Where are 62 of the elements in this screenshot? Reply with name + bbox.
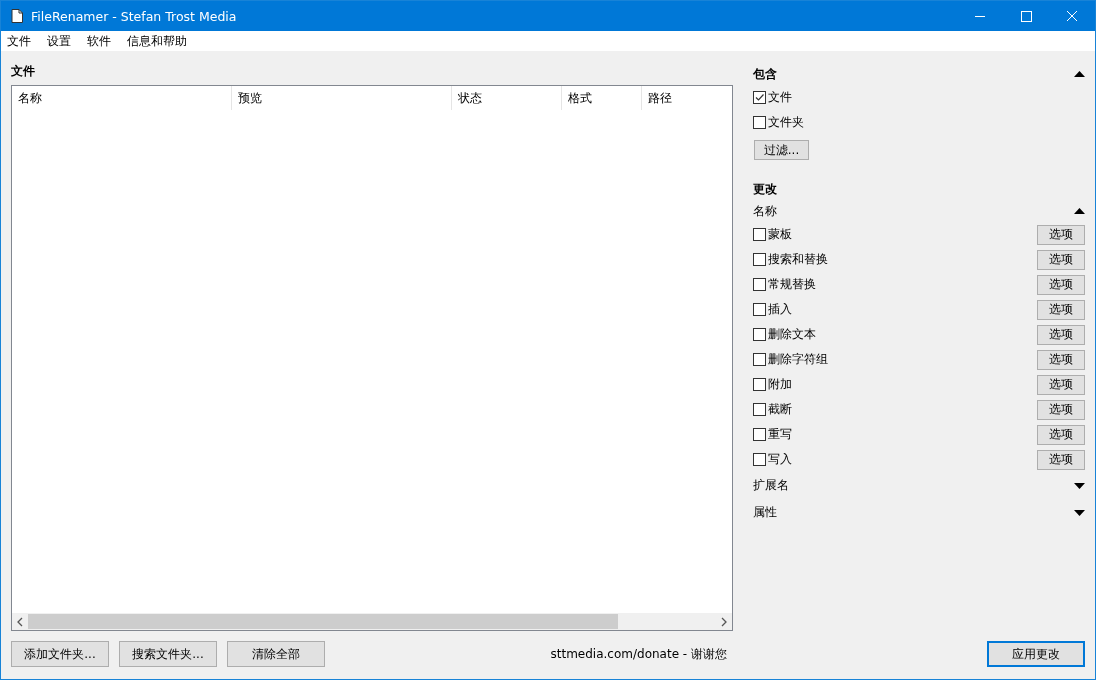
menu-item[interactable]: 软件 [85,32,113,50]
checkbox[interactable] [753,253,766,266]
checkbox-label[interactable]: 删除字符组 [768,351,828,368]
options-button[interactable]: 选项 [1037,324,1085,345]
checkbox[interactable] [753,228,766,241]
menu-item[interactable]: 设置 [45,32,73,50]
options-button[interactable]: 选项 [1037,399,1085,420]
options-button[interactable]: 选项 [1037,274,1085,295]
donate-link[interactable]: sttmedia.com/donate - 谢谢您 [550,645,727,663]
checkbox[interactable] [753,278,766,291]
options-button[interactable]: 选项 [1037,449,1085,470]
checkbox[interactable] [753,353,766,366]
collapse-icon[interactable] [1074,71,1085,77]
action-button[interactable]: 添加文件夹... [11,641,109,667]
subsection-title: 名称 [753,202,777,220]
menu-item[interactable]: 文件 [5,32,33,50]
checkbox[interactable] [753,403,766,416]
expand-icon[interactable] [1074,509,1085,516]
checkbox-label[interactable]: 截断 [768,401,792,418]
document-icon [11,9,23,23]
filter-button[interactable]: 过滤... [754,140,809,160]
section-title: 更改 [753,180,777,198]
column-header[interactable]: 状态 [452,86,562,110]
action-button[interactable]: 搜索文件夹... [119,641,217,667]
column-header[interactable]: 名称 [12,86,232,110]
options-button[interactable]: 选项 [1037,424,1085,445]
menu-item[interactable]: 信息和帮助 [125,32,189,50]
section-title: 包含 [753,65,777,83]
checkbox[interactable] [753,428,766,441]
horizontal-scrollbar[interactable] [12,613,732,630]
apply-button[interactable]: 应用更改 [987,641,1085,667]
checkbox[interactable] [753,303,766,316]
column-header[interactable]: 格式 [562,86,642,110]
checkbox-label[interactable]: 附加 [768,376,792,393]
window-title: FileRenamer - Stefan Trost Media [31,8,238,24]
options-button[interactable]: 选项 [1037,299,1085,320]
checkbox[interactable] [753,116,766,129]
options-button[interactable]: 选项 [1037,349,1085,370]
subsection-title: 扩展名 [753,477,789,494]
checkbox-label[interactable]: 写入 [768,451,792,468]
checkbox-label[interactable]: 重写 [768,426,792,443]
checkbox-label[interactable]: 蒙板 [768,226,792,243]
collapse-icon[interactable] [1074,208,1085,214]
checkbox-label[interactable]: 常规替换 [768,276,816,293]
options-button[interactable]: 选项 [1037,249,1085,270]
section-title: 文件 [11,63,36,80]
options-button[interactable]: 选项 [1037,374,1085,395]
checkbox[interactable] [753,91,766,104]
checkbox-label[interactable]: 插入 [768,301,792,318]
checkbox-label[interactable]: 文件夹 [768,114,804,131]
subsection-title: 属性 [753,504,777,521]
checkbox-label[interactable]: 删除文本 [768,326,816,343]
column-header[interactable]: 预览 [232,86,452,110]
checkbox-label[interactable]: 文件 [768,89,792,106]
checkbox-label[interactable]: 搜索和替换 [768,251,828,268]
options-button[interactable]: 选项 [1037,224,1085,245]
checkbox[interactable] [753,453,766,466]
expand-icon[interactable] [1074,482,1085,489]
checkbox[interactable] [753,378,766,391]
checkbox[interactable] [753,328,766,341]
column-header[interactable]: 路径 [642,86,732,110]
action-button[interactable]: 清除全部 [227,641,325,667]
